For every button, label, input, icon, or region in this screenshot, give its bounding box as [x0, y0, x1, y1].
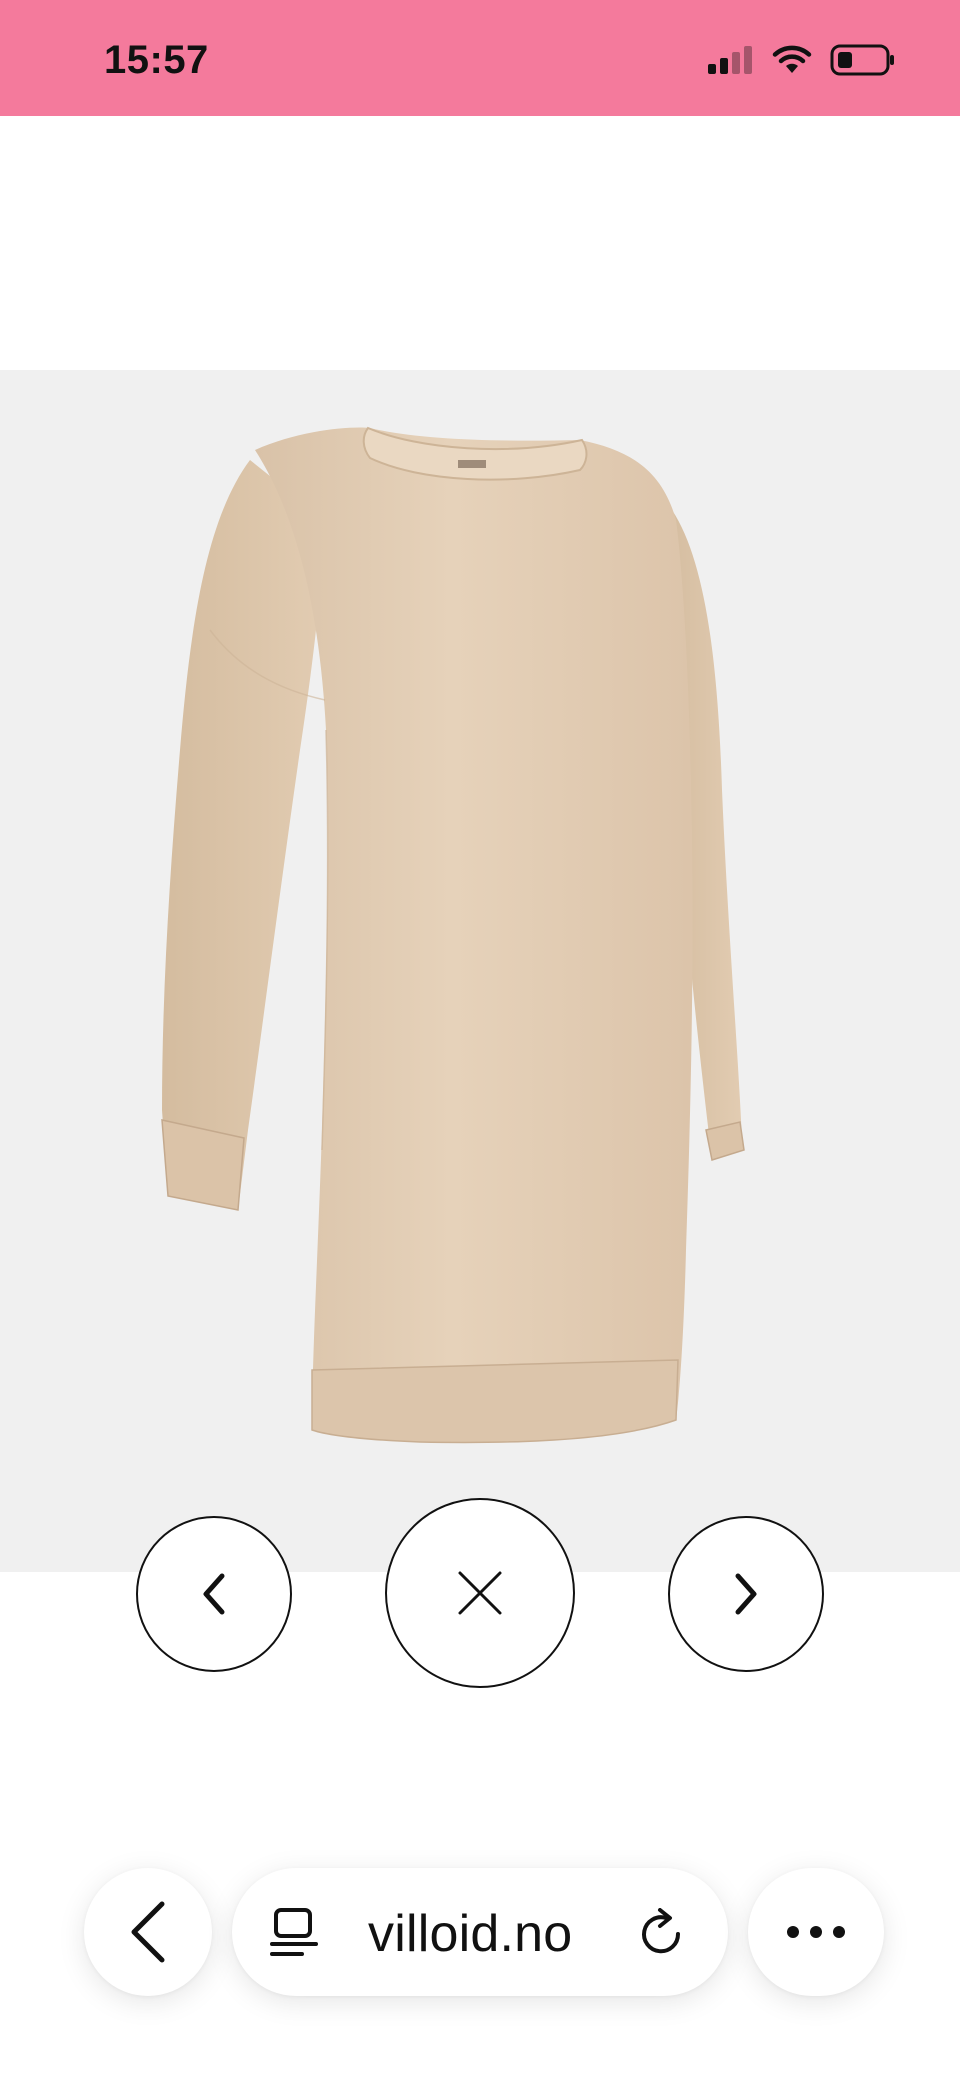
url-text: villoid.no: [368, 1905, 573, 1963]
cellular-signal-icon: [708, 46, 752, 74]
chevron-right-icon: [735, 1573, 757, 1615]
reader-mode-icon[interactable]: [270, 1908, 320, 1960]
reload-icon[interactable]: [636, 1908, 688, 1960]
address-bar[interactable]: villoid.no: [232, 1868, 728, 1996]
more-dots-icon: [787, 1926, 845, 1938]
previous-image-button[interactable]: [136, 1516, 292, 1672]
more-options-button[interactable]: [748, 1868, 884, 1996]
product-image-area: [0, 370, 960, 1572]
status-bar: 15:57: [0, 0, 960, 116]
browser-back-button[interactable]: [84, 1868, 212, 1996]
chevron-left-icon: [203, 1573, 225, 1615]
product-image: [0, 370, 960, 1572]
status-icons: [706, 40, 896, 80]
next-image-button[interactable]: [668, 1516, 824, 1672]
status-time: 15:57: [104, 38, 209, 82]
back-arrow-icon: [131, 1901, 165, 1963]
wifi-icon: [772, 45, 812, 73]
battery-icon: [830, 44, 894, 76]
close-viewer-button[interactable]: [385, 1498, 575, 1688]
close-icon: [458, 1571, 502, 1615]
